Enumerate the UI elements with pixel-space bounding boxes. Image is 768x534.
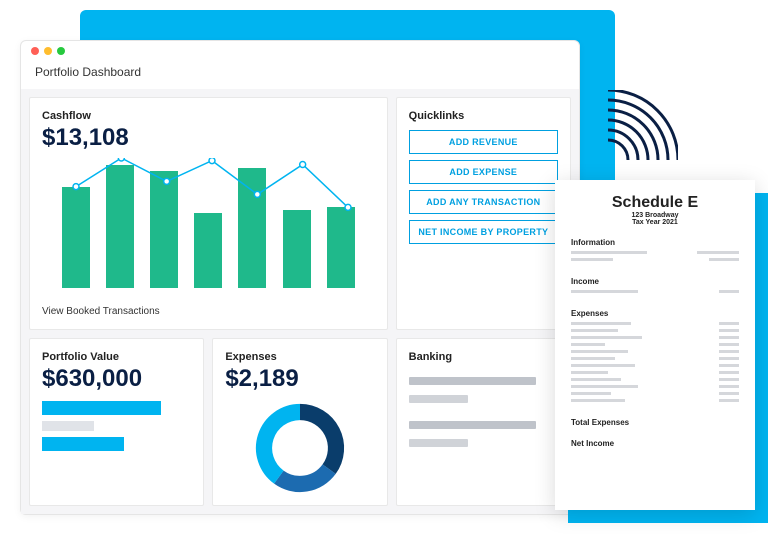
banking-card: Banking (396, 338, 571, 506)
expenses-value: $2,189 (225, 365, 374, 393)
expenses-label: Expenses (225, 351, 374, 363)
doc-section-total-expenses: Total Expenses (571, 418, 739, 427)
minimize-dot-icon[interactable] (44, 47, 52, 55)
doc-section-expenses: Expenses (571, 309, 739, 318)
dashboard-grid: Cashflow $13,108 View Booked Transaction… (21, 89, 579, 514)
portfolio-value-label: Portfolio Value (42, 351, 191, 363)
pv-bar-2 (42, 421, 94, 431)
quicklink-button-0[interactable]: ADD REVENUE (409, 130, 558, 154)
doc-address: 123 Broadway (571, 212, 739, 219)
pv-bar-3 (42, 437, 124, 451)
quicklinks-card: Quicklinks ADD REVENUE ADD EXPENSE ADD ANY… (396, 97, 571, 330)
cashflow-value: $13,108 (42, 124, 375, 152)
page-title: Portfolio Dashboard (21, 61, 579, 89)
banking-label: Banking (409, 351, 558, 363)
doc-section-income: Income (571, 277, 739, 286)
cashflow-label: Cashflow (42, 110, 375, 122)
doc-title: Schedule E (571, 194, 739, 212)
quicklinks-list: ADD REVENUE ADD EXPENSE ADD ANY TRANSACTIO… (409, 130, 558, 244)
app-window: Portfolio Dashboard Cashflow $13,108 Vie… (20, 40, 580, 515)
close-dot-icon[interactable] (31, 47, 39, 55)
banking-placeholder-lines (409, 377, 558, 447)
doc-tax-year: Tax Year 2021 (571, 219, 739, 226)
window-titlebar (21, 41, 579, 61)
maximize-dot-icon[interactable] (57, 47, 65, 55)
cashflow-card: Cashflow $13,108 View Booked Transaction… (29, 97, 388, 330)
expenses-donut-chart (225, 403, 374, 493)
pv-bar-1 (42, 401, 161, 415)
schedule-e-document: Schedule E 123 Broadway Tax Year 2021 In… (555, 180, 755, 510)
quicklink-button-1[interactable]: ADD EXPENSE (409, 160, 558, 184)
portfolio-value-amount: $630,000 (42, 365, 191, 393)
expenses-card: Expenses $2,189 (212, 338, 387, 506)
doc-section-information: Information (571, 238, 739, 247)
cashflow-chart (42, 158, 375, 288)
doc-section-net-income: Net Income (571, 439, 739, 448)
quicklink-button-2[interactable]: ADD ANY TRANSACTION (409, 190, 558, 214)
quicklinks-label: Quicklinks (409, 110, 558, 122)
quicklink-button-3[interactable]: NET INCOME BY PROPERTY (409, 220, 558, 244)
portfolio-value-card: Portfolio Value $630,000 (29, 338, 204, 506)
view-booked-transactions-link[interactable]: View Booked Transactions (42, 306, 375, 317)
